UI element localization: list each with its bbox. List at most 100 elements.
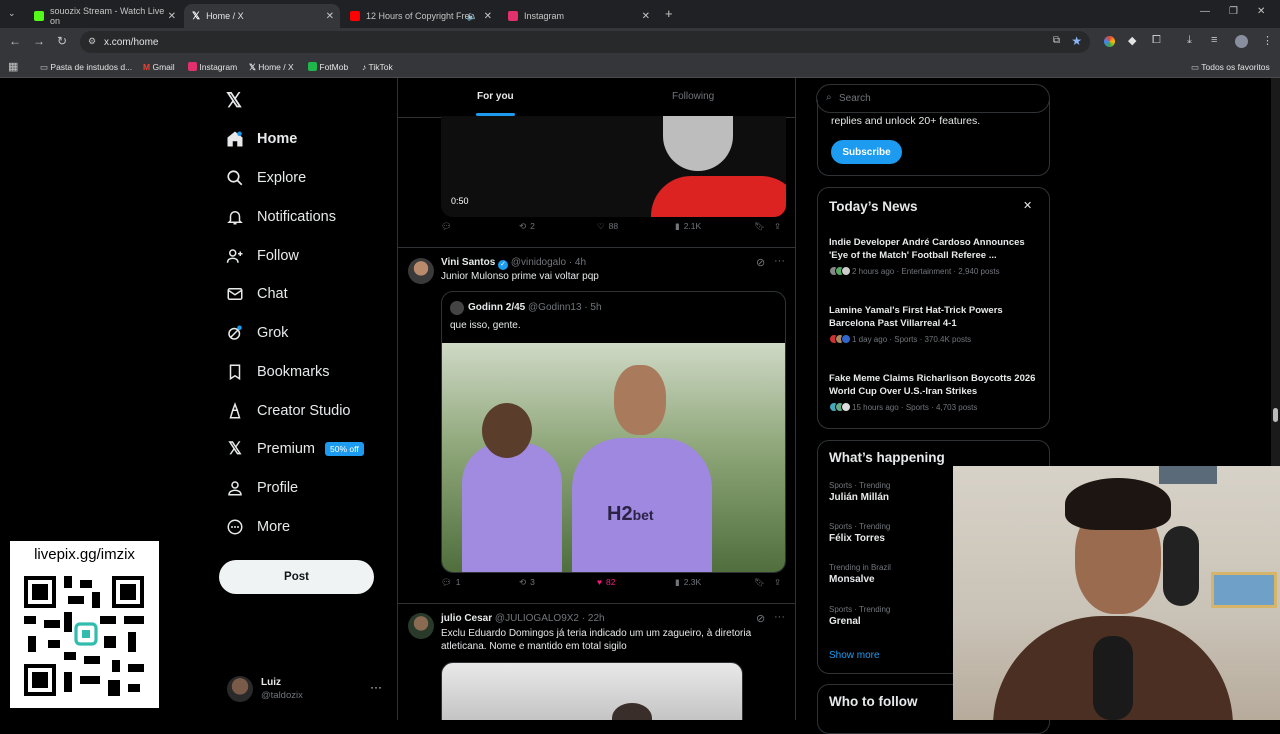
profile-avatar-icon[interactable] <box>1235 35 1248 48</box>
extensions-puzzle-icon[interactable]: ⧠ <box>1152 34 1161 47</box>
trend-item[interactable]: Sports · Trending Félix Torres <box>829 522 890 544</box>
maximize-icon[interactable]: ❐ <box>1229 6 1238 17</box>
account-switcher[interactable]: Luiz @taldozix ··· <box>226 674 396 706</box>
sidebar-item-more[interactable]: More <box>226 512 290 542</box>
tab-following[interactable]: Following <box>672 91 714 102</box>
avatar-stack <box>829 334 851 344</box>
grok-icon[interactable]: ⊘ <box>756 256 765 269</box>
author-name[interactable]: Vini Santos <box>441 257 495 268</box>
post-image[interactable] <box>441 662 743 720</box>
news-item[interactable]: Indie Developer André Cardoso Announces … <box>829 236 1044 276</box>
url-field[interactable]: ⚙ x.com/home ⧉ ★ <box>80 31 1090 53</box>
more-dots-icon[interactable]: ··· <box>370 680 382 694</box>
news-item[interactable]: Fake Meme Claims Richarlison Boycotts 20… <box>829 372 1044 412</box>
like-button[interactable]: ♥ 82 <box>597 577 616 587</box>
sidebar-item-bookmarks[interactable]: Bookmarks <box>226 357 330 387</box>
bookmark-icon[interactable]: 🔖︎ <box>754 221 765 232</box>
sidebar-item-label: Chat <box>257 286 288 302</box>
sidebar-item-premium[interactable]: 𝕏 Premium 50% off <box>226 434 364 464</box>
tab-for-you[interactable]: For you <box>477 91 514 102</box>
extension-diamond-icon[interactable]: ◆ <box>1128 34 1136 47</box>
close-icon[interactable]: ✕ <box>1023 199 1032 212</box>
trend-item[interactable]: Sports · Trending Grenal <box>829 605 890 627</box>
repost-button[interactable]: ⟲ 3 <box>519 577 535 588</box>
close-icon[interactable]: ✕ <box>642 11 650 22</box>
like-button[interactable]: ♡ 88 <box>597 221 618 232</box>
quoted-post[interactable]: Godinn 2/45 @Godinn13 · 5h que isso, gen… <box>441 291 786 573</box>
menu-dots-icon[interactable]: ⋮ <box>1262 34 1273 47</box>
x-logo-icon[interactable]: 𝕏 <box>226 88 242 113</box>
close-icon[interactable]: ✕ <box>168 11 176 22</box>
sidebar-item-label: More <box>257 519 291 535</box>
browser-tab-x[interactable]: 𝕏 Home / X ✕ <box>184 4 340 28</box>
avatar[interactable] <box>408 258 434 284</box>
sidebar-item-explore[interactable]: Explore <box>226 163 306 193</box>
trend-item[interactable]: Sports · Trending Julián Millán <box>829 481 890 503</box>
views-button[interactable]: ▮ 2.3K <box>675 577 701 588</box>
new-tab-icon[interactable]: + <box>665 6 673 21</box>
sidebar-item-follow[interactable]: Follow <box>226 241 299 271</box>
bookmark-gmail[interactable]: M Gmail <box>143 62 175 72</box>
minimize-icon[interactable]: — <box>1200 6 1210 17</box>
grok-icon[interactable]: ⊘ <box>756 612 765 625</box>
avatar[interactable] <box>408 613 434 639</box>
star-icon[interactable]: ★ <box>1071 34 1082 48</box>
tab-search-icon[interactable]: ⌄ <box>8 8 16 19</box>
share-icon[interactable]: ⇪ <box>774 221 781 232</box>
close-icon[interactable]: ✕ <box>326 11 334 22</box>
post-header: Vini Santos ✓ @vinidogalo · 4h <box>441 257 586 270</box>
post-time[interactable]: · 22h <box>582 613 605 624</box>
video-player[interactable]: 0:50 <box>441 116 786 217</box>
repost-button[interactable]: ⟲ 2 <box>519 221 535 232</box>
sidebar-item-profile[interactable]: Profile <box>226 473 298 503</box>
browser-tab-instagram[interactable]: Instagram ✕ <box>500 4 656 28</box>
media-icon[interactable]: ≡ <box>1211 34 1217 46</box>
author-handle[interactable]: @vinidogalo <box>511 257 566 268</box>
speaker-icon[interactable]: 🔈 <box>467 11 478 22</box>
trend-item[interactable]: Trending in Brazil Monsalve <box>829 563 891 585</box>
back-icon[interactable]: ← <box>9 34 21 48</box>
bookmark-x[interactable]: 𝕏 Home / X <box>249 62 294 73</box>
post-time[interactable]: · 4h <box>569 257 586 268</box>
close-window-icon[interactable]: ✕ <box>1257 6 1265 17</box>
scrollbar-thumb[interactable] <box>1273 408 1278 422</box>
more-dots-icon[interactable]: ··· <box>774 611 785 623</box>
reload-icon[interactable]: ↻ <box>57 34 67 48</box>
cast-icon[interactable]: ⧉ <box>1053 35 1060 46</box>
bookmark-icon[interactable]: 🔖︎ <box>754 577 765 588</box>
post-image[interactable]: H2bet <box>442 343 785 572</box>
share-icon[interactable]: ⇪ <box>774 577 781 588</box>
download-icon[interactable]: ⤓ <box>1187 34 1192 47</box>
sidebar-item-notifications[interactable]: Notifications <box>226 202 336 232</box>
x-logo-icon: 𝕏 <box>228 439 242 458</box>
post-button[interactable]: Post <box>219 560 374 594</box>
author-handle[interactable]: @JULIOGALO9X2 <box>495 613 579 624</box>
trend-category: Trending in Brazil <box>829 563 891 572</box>
more-dots-icon[interactable]: ··· <box>774 255 785 267</box>
bookmark-instagram[interactable]: Instagram <box>188 62 237 72</box>
browser-tab-kick[interactable]: souozix Stream - Watch Live on ✕ <box>26 4 182 28</box>
views-button[interactable]: ▮ 2.1K <box>675 221 701 232</box>
apps-grid-icon[interactable]: ▦ <box>8 60 18 73</box>
close-icon[interactable]: ✕ <box>484 11 492 22</box>
tab-title: Home / X <box>206 11 244 21</box>
reply-button[interactable]: 💬︎ <box>441 221 452 232</box>
sidebar-item-grok[interactable]: Grok <box>226 318 288 348</box>
bookmark-folder[interactable]: ▭ Pasta de instudos d... <box>40 62 132 73</box>
timeline[interactable]: For you Following 0:50 💬︎ ⟲ 2 ♡ 88 ▮ 2.1… <box>397 78 796 720</box>
sidebar-item-home[interactable]: Home <box>226 124 297 154</box>
all-bookmarks[interactable]: ▭ Todos os favoritos <box>1191 62 1270 73</box>
sidebar-item-chat[interactable]: Chat <box>226 279 288 309</box>
reply-button[interactable]: 💬︎ 1 <box>441 577 461 588</box>
site-info-icon[interactable]: ⚙ <box>88 36 96 47</box>
show-more-link[interactable]: Show more <box>829 650 880 661</box>
news-item[interactable]: Lamine Yamal's First Hat-Trick Powers Ba… <box>829 304 1044 344</box>
bookmark-fotmob[interactable]: FotMob <box>308 62 348 72</box>
extension-icon[interactable] <box>1104 36 1115 47</box>
author-name[interactable]: julio Cesar <box>441 613 492 624</box>
sidebar-item-creator-studio[interactable]: Creator Studio <box>226 396 351 426</box>
bookmark-tiktok[interactable]: ♪ TikTok <box>362 62 393 72</box>
browser-tab-youtube[interactable]: 12 Hours of Copyright Free 🔈 ✕ <box>342 4 498 28</box>
subscribe-button[interactable]: Subscribe <box>831 140 902 164</box>
forward-icon[interactable]: → <box>33 34 45 48</box>
